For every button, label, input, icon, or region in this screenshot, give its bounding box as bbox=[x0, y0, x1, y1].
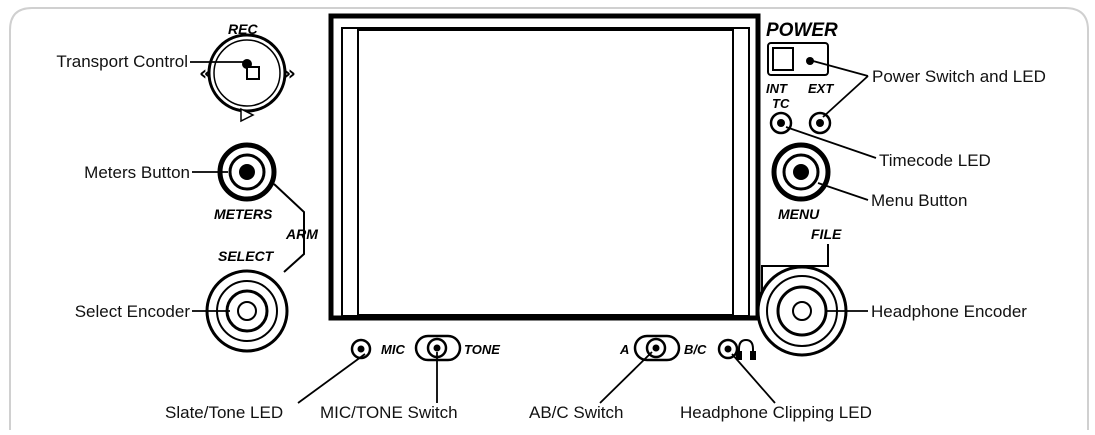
device-panel-diagram: REC « » METERS ARM SELECT POWER INT EXT … bbox=[9, 7, 1089, 430]
tc-label: TC bbox=[772, 96, 790, 111]
callout-mic-tone-switch: MIC/TONE Switch bbox=[320, 403, 458, 422]
menu-button[interactable] bbox=[771, 142, 831, 202]
callout-headphone-clipping-led: Headphone Clipping LED bbox=[680, 403, 872, 422]
select-label: SELECT bbox=[218, 248, 275, 264]
callout-headphone-encoder: Headphone Encoder bbox=[871, 302, 1027, 321]
int-label: INT bbox=[766, 81, 788, 96]
callout-transport-control: Transport Control bbox=[56, 52, 188, 71]
fast-forward-icon: » bbox=[283, 61, 296, 85]
timecode-led bbox=[769, 111, 793, 135]
file-label: FILE bbox=[811, 226, 842, 242]
menu-label: MENU bbox=[778, 206, 820, 222]
ext-label: EXT bbox=[808, 81, 834, 96]
tone-label: TONE bbox=[464, 342, 500, 357]
callout-abc-switch: AB/C Switch bbox=[529, 403, 623, 422]
power-led bbox=[806, 57, 814, 65]
callout-menu-button: Menu Button bbox=[871, 191, 967, 210]
mic-tone-switch[interactable] bbox=[414, 334, 462, 362]
stop-icon bbox=[246, 66, 260, 80]
power-switch[interactable] bbox=[767, 42, 829, 76]
callout-meters-button: Meters Button bbox=[84, 163, 190, 182]
meters-button[interactable] bbox=[217, 142, 277, 202]
headphone-icon bbox=[736, 338, 756, 360]
transport-control[interactable]: REC « » bbox=[199, 21, 296, 123]
rewind-icon: « bbox=[199, 61, 212, 85]
lcd-screen bbox=[328, 13, 761, 321]
power-label: POWER bbox=[766, 20, 838, 41]
arm-label: ARM bbox=[285, 226, 318, 242]
meters-label: METERS bbox=[214, 206, 273, 222]
callout-power-switch-led: Power Switch and LED bbox=[872, 67, 1046, 86]
mic-label: MIC bbox=[381, 342, 405, 357]
slate-tone-led bbox=[350, 338, 372, 360]
ext-power-led bbox=[808, 111, 832, 135]
bc-label: B/C bbox=[684, 342, 707, 357]
a-label: A bbox=[619, 342, 629, 357]
callout-slate-tone-led: Slate/Tone LED bbox=[165, 403, 283, 422]
callout-select-encoder: Select Encoder bbox=[75, 302, 191, 321]
abc-switch[interactable] bbox=[633, 334, 681, 362]
callout-timecode-led: Timecode LED bbox=[879, 151, 991, 170]
